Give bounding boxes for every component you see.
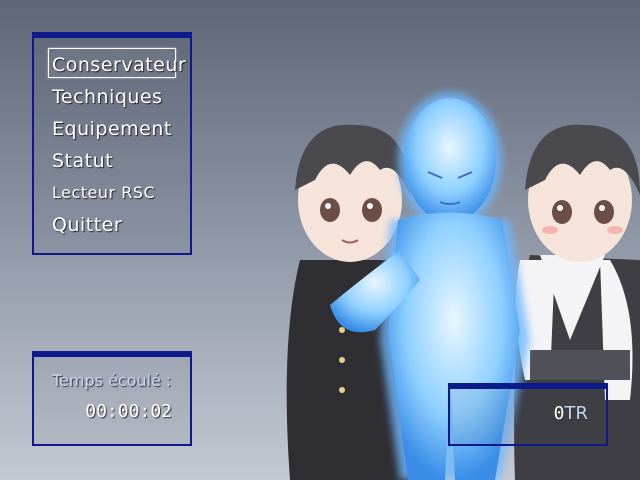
gold-unit: TR — [564, 403, 588, 424]
playtime-value: 00:00:02 — [85, 401, 172, 422]
menu-item-equipement[interactable]: Equipement — [52, 114, 172, 144]
menu-item-techniques[interactable]: Techniques — [52, 82, 163, 112]
command-menu-window: Conservateur Techniques Equipement Statu… — [32, 32, 192, 255]
gold-amount: 0 — [553, 403, 565, 424]
menu-item-lecteur-rsc[interactable]: Lecteur RSC — [52, 178, 155, 208]
menu-item-conservateur[interactable]: Conservateur — [52, 50, 186, 80]
playtime-label: Temps écoulé : — [52, 371, 172, 390]
menu-item-quitter[interactable]: Quitter — [52, 210, 122, 240]
playtime-window: Temps écoulé : 00:00:02 — [32, 351, 192, 446]
gold-display: 0TR — [554, 403, 588, 424]
gold-window: 0TR — [448, 383, 608, 446]
menu-item-statut[interactable]: Statut — [52, 146, 113, 176]
